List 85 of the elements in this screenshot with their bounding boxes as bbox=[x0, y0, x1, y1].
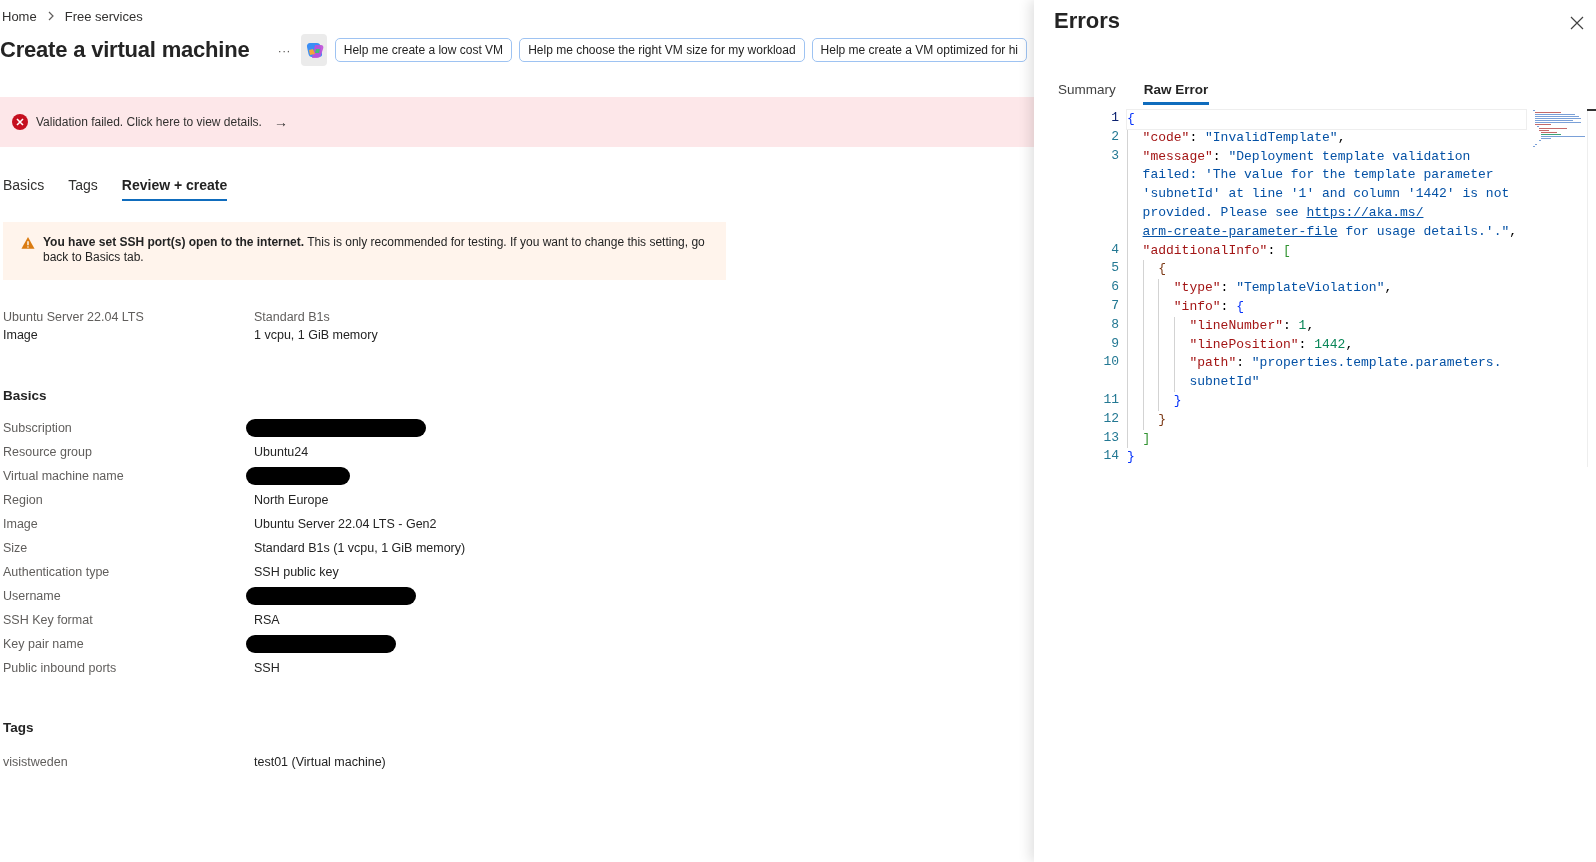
chevron-icon bbox=[46, 11, 55, 21]
tab[interactable]: Raw Error bbox=[1142, 82, 1210, 105]
error-icon bbox=[12, 114, 28, 130]
code-line: provided. Please see https://aka.ms/ bbox=[1142, 205, 1424, 220]
assistant-button[interactable] bbox=[300, 34, 327, 66]
suggestion-button[interactable]: Help me choose the right VM size for my workload bbox=[519, 38, 805, 62]
field-label: Key pair name bbox=[3, 637, 85, 651]
breadcrumb-link[interactable]: Home bbox=[2, 8, 37, 24]
line-number: 1 bbox=[1110, 109, 1119, 127]
summary-label: Image bbox=[3, 328, 39, 344]
field-label: Username bbox=[3, 589, 62, 603]
code-line: { bbox=[1158, 261, 1166, 277]
code-line: "additionalInfo": [ bbox=[1142, 242, 1291, 258]
code-line: subnetId" bbox=[1189, 374, 1260, 390]
field-label: Public inbound ports bbox=[3, 661, 118, 675]
page-title: Create a virtual machine bbox=[0, 37, 250, 63]
warning-text: You have set SSH port(s) open to the internet. This is only recommended for testing. If you want to change this setting, go back to Basics tab. bbox=[43, 235, 706, 265]
code-line: "linePosition": 1442, bbox=[1189, 336, 1354, 352]
code-line: ] bbox=[1142, 430, 1151, 446]
field-value: SSH public key bbox=[254, 565, 340, 579]
section-heading: Tags bbox=[3, 720, 35, 737]
tab[interactable]: Basics bbox=[3, 175, 45, 201]
field-value: Ubuntu Server 22.04 LTS - Gen2 bbox=[254, 517, 438, 531]
line-number: 13 bbox=[1102, 428, 1119, 447]
line-number: 10 bbox=[1102, 353, 1119, 372]
code-line: } bbox=[1158, 411, 1166, 427]
line-number: 11 bbox=[1102, 390, 1119, 409]
more-button[interactable]: ··· bbox=[271, 42, 297, 58]
code-line: "lineNumber": 1, bbox=[1189, 317, 1315, 333]
suggestion-button[interactable]: Help me create a low cost VM bbox=[334, 38, 513, 62]
code-line: "code": "InvalidTemplate", bbox=[1142, 129, 1346, 145]
line-number: 4 bbox=[1110, 240, 1119, 259]
code-link[interactable]: https://aka.ms/ bbox=[1306, 205, 1424, 220]
line-number: 6 bbox=[1110, 278, 1119, 297]
minimap-drawing bbox=[1533, 109, 1585, 147]
code-line: { bbox=[1127, 111, 1135, 126]
code-line: } bbox=[1173, 392, 1182, 408]
code-line: failed: 'The value for the template parameter bbox=[1142, 167, 1494, 183]
line-number: 7 bbox=[1110, 296, 1119, 315]
line-number: 12 bbox=[1102, 409, 1119, 428]
tab[interactable]: Review + create bbox=[121, 175, 228, 201]
suggestion-button[interactable]: Help me create a VM optimized for hi bbox=[811, 38, 1027, 62]
field-value: North Europe bbox=[254, 493, 330, 507]
code-line: "type": "TemplateViolation", bbox=[1173, 280, 1393, 296]
close-icon bbox=[1570, 16, 1584, 30]
field-value: Standard B1s (1 vcpu, 1 GiB memory) bbox=[254, 541, 467, 555]
line-number: 2 bbox=[1110, 127, 1119, 146]
line-number: 8 bbox=[1110, 315, 1119, 334]
scrollbar-thumb[interactable] bbox=[1587, 109, 1596, 111]
field-label: Subscription bbox=[3, 421, 73, 435]
field-value: Ubuntu24 bbox=[254, 445, 310, 459]
field-label: visistweden bbox=[3, 755, 69, 769]
line-number: 5 bbox=[1110, 259, 1119, 278]
error-banner[interactable]: Validation failed. Click here to view details. → bbox=[0, 97, 1034, 147]
line-number: 3 bbox=[1110, 146, 1119, 165]
line-number: 14 bbox=[1102, 447, 1119, 466]
field-value: SSH bbox=[254, 661, 281, 675]
code-link[interactable]: arm-create-parameter-file bbox=[1142, 223, 1338, 239]
summary-value: Ubuntu Server 22.04 LTS bbox=[3, 310, 145, 326]
summary-value: Standard B1s bbox=[254, 310, 331, 326]
code-line: 'subnetId' at line '1' and column '1442' is not bbox=[1142, 186, 1510, 202]
field-label: Virtual machine name bbox=[3, 469, 125, 483]
code-line: "info": { bbox=[1173, 298, 1244, 314]
tab[interactable]: Summary bbox=[1057, 82, 1117, 105]
warning-icon bbox=[21, 235, 35, 251]
section-heading: Basics bbox=[3, 388, 48, 405]
field-label: SSH Key format bbox=[3, 613, 94, 627]
code-line: arm-create-parameter-file for usage details.'.", bbox=[1142, 223, 1518, 239]
summary-label: 1 vcpu, 1 GiB memory bbox=[254, 328, 379, 344]
field-value: RSA bbox=[254, 613, 281, 627]
code-line: "path": "properties.template.parameters. bbox=[1189, 355, 1502, 371]
breadcrumb-link[interactable]: Free services bbox=[64, 8, 143, 24]
arrow-icon: → bbox=[273, 114, 288, 130]
field-label: Region bbox=[3, 493, 44, 507]
field-value: test01 (Virtual machine) bbox=[254, 755, 387, 769]
code-line: "message": "Deployment template validation bbox=[1142, 148, 1471, 164]
code-line: } bbox=[1127, 449, 1135, 465]
line-number: 9 bbox=[1110, 334, 1119, 353]
tab[interactable]: Tags bbox=[68, 175, 98, 201]
field-label: Resource group bbox=[3, 445, 93, 459]
banner-message: Validation failed. Click here to view details. bbox=[36, 115, 262, 129]
field-label: Size bbox=[3, 541, 29, 555]
panel-title: Errors bbox=[1054, 8, 1121, 34]
field-label: Authentication type bbox=[3, 565, 111, 579]
field-label: Image bbox=[3, 517, 39, 531]
